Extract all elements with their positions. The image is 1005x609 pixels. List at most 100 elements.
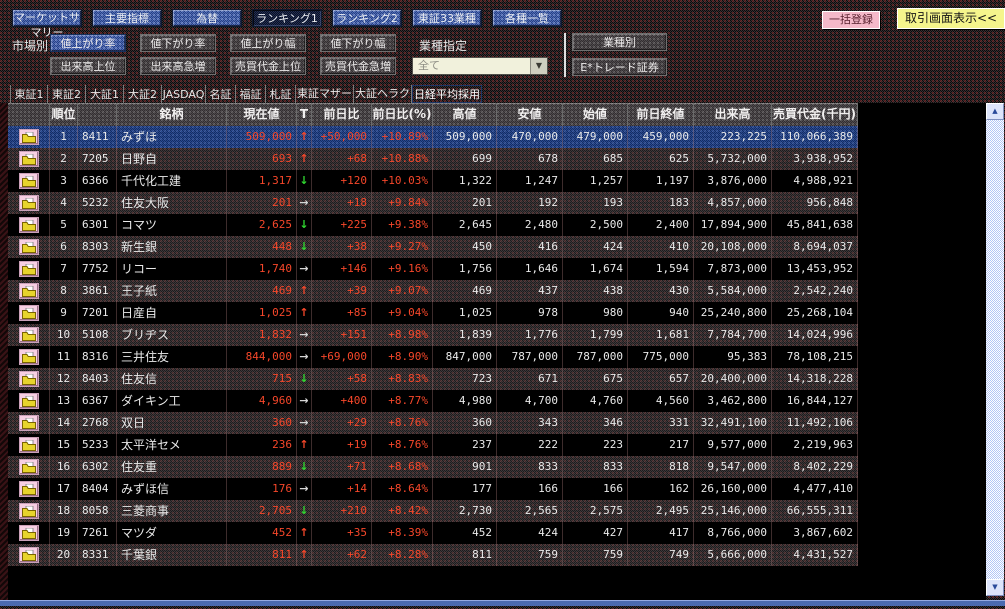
table-row[interactable]: 56301コマツ2,625↓+225+9.38%2,6452,4802,5002…: [8, 214, 858, 236]
table-row[interactable]: 27205日野自693↑+68+10.88%6996786856255,732,…: [8, 148, 858, 170]
volume-cell: 17,894,900: [694, 214, 772, 236]
register-stock-button[interactable]: [19, 239, 39, 255]
low-cell: 1,776: [497, 324, 563, 346]
filter-button-売買代金上位[interactable]: 売買代金上位: [230, 57, 306, 75]
volume-cell: 95,383: [694, 346, 772, 368]
change-cell: +35: [312, 522, 372, 544]
register-stock-button[interactable]: [19, 327, 39, 343]
filter-button-値上がり率[interactable]: 値上がり率: [50, 34, 126, 52]
tab-大証2[interactable]: 大証2: [124, 85, 162, 103]
tab-東証1[interactable]: 東証1: [10, 85, 48, 103]
table-row[interactable]: 68303新生銀448↓+38+9.27%45041642441020,108,…: [8, 236, 858, 258]
tab-札証[interactable]: 札証: [266, 85, 296, 103]
table-row[interactable]: 136367ダイキン工4,960→+400+8.77%4,9804,7004,7…: [8, 390, 858, 412]
table-row[interactable]: 142768双日360→+29+8.76%36034334633132,491,…: [8, 412, 858, 434]
open-cell: 166: [563, 478, 628, 500]
header-cell-T: T: [297, 103, 312, 126]
filter-button-値下がり幅[interactable]: 値下がり幅: [320, 34, 396, 52]
trend-up-icon: ↑: [297, 434, 312, 456]
high-cell: 201: [433, 192, 497, 214]
filter-button-値上がり幅[interactable]: 値上がり幅: [230, 34, 306, 52]
broker-link-button[interactable]: E*トレード証券: [572, 58, 667, 76]
table-row[interactable]: 36366千代化工建1,317↓+120+10.03%1,3221,2471,2…: [8, 170, 858, 192]
scroll-down-button[interactable]: ▼: [986, 579, 1004, 596]
toolbar-button-3[interactable]: 為替: [172, 9, 242, 27]
toolbar-button-7[interactable]: 各種一覧: [492, 9, 562, 27]
toolbar-button-1[interactable]: マーケットサマリー: [12, 9, 82, 27]
tab-東証マザーズ[interactable]: 東証マザーズ: [296, 85, 354, 103]
scrollbar-track[interactable]: [986, 120, 1004, 579]
volume-cell: 9,547,000: [694, 456, 772, 478]
register-stock-button[interactable]: [19, 349, 39, 365]
open-cell: 479,000: [563, 126, 628, 148]
table-row[interactable]: 178404みずほ信176→+14+8.64%17716616616226,16…: [8, 478, 858, 500]
tab-大証1[interactable]: 大証1: [86, 85, 124, 103]
table-row[interactable]: 83861王子紙469↑+39+9.07%4694374384305,584,0…: [8, 280, 858, 302]
register-stock-button[interactable]: [19, 151, 39, 167]
change-cell: +69,000: [312, 346, 372, 368]
tab-日経平均採用[interactable]: 日経平均採用: [412, 85, 482, 103]
tab-東証2[interactable]: 東証2: [48, 85, 86, 103]
tab-大証ヘラクレス[interactable]: 大証ヘラクレス: [354, 85, 412, 103]
value-cell: 8,694,037: [772, 236, 858, 258]
filter-button-値下がり率[interactable]: 値下がり率: [140, 34, 216, 52]
table-row[interactable]: 45232住友大阪201→+18+9.84%2011921931834,857,…: [8, 192, 858, 214]
change-cell: +19: [312, 434, 372, 456]
name-cell: 日産自: [117, 302, 227, 324]
register-stock-button[interactable]: [19, 371, 39, 387]
table-row[interactable]: 128403住友信715↓+58+8.83%72367167565720,400…: [8, 368, 858, 390]
change-pct-cell: +8.76%: [372, 434, 433, 456]
register-stock-button[interactable]: [19, 415, 39, 431]
header-cell-順位: 順位: [50, 103, 78, 126]
toolbar-button-4[interactable]: ランキング1: [252, 9, 322, 27]
industry-category-button[interactable]: 業種別: [572, 33, 667, 51]
tab-名証[interactable]: 名証: [206, 85, 236, 103]
register-stock-button[interactable]: [19, 393, 39, 409]
tab-JASDAQ[interactable]: JASDAQ: [162, 85, 206, 103]
name-cell: 住友信: [117, 368, 227, 390]
low-cell: 424: [497, 522, 563, 544]
tab-福証[interactable]: 福証: [236, 85, 266, 103]
register-stock-button[interactable]: [19, 547, 39, 563]
filter-button-出来高急増[interactable]: 出来高急増: [140, 57, 216, 75]
register-stock-button[interactable]: [19, 481, 39, 497]
price-cell: 715: [227, 368, 297, 390]
vertical-scrollbar[interactable]: ▲ ▼: [986, 103, 1004, 596]
high-cell: 2,730: [433, 500, 497, 522]
table-row[interactable]: 18411みずほ509,000↑+50,000+10.89%509,000470…: [8, 126, 858, 148]
table-row[interactable]: 208331千葉銀811↑+62+8.28%8117597597495,666,…: [8, 544, 858, 566]
trade-screen-toggle-button[interactable]: 取引画面表示<<: [897, 8, 1005, 29]
industry-dropdown[interactable]: 全て ▼: [412, 57, 548, 75]
toolbar-button-6[interactable]: 東証33業種: [412, 9, 482, 27]
toolbar-button-2[interactable]: 主要指標: [92, 9, 162, 27]
low-cell: 166: [497, 478, 563, 500]
register-stock-button[interactable]: [19, 437, 39, 453]
bulk-register-button[interactable]: 一括登録: [822, 11, 880, 29]
register-stock-button[interactable]: [19, 459, 39, 475]
table-row[interactable]: 188058三菱商事2,705↓+210+8.42%2,7302,5652,57…: [8, 500, 858, 522]
filter-button-売買代金急増[interactable]: 売買代金急増: [320, 57, 396, 75]
table-row[interactable]: 166302住友重889↓+71+8.68%9018338338189,547,…: [8, 456, 858, 478]
register-stock-button[interactable]: [19, 129, 39, 145]
register-stock-button[interactable]: [19, 525, 39, 541]
value-cell: 78,108,215: [772, 346, 858, 368]
change-pct-cell: +10.03%: [372, 170, 433, 192]
register-stock-button[interactable]: [19, 503, 39, 519]
register-stock-button[interactable]: [19, 195, 39, 211]
register-stock-button[interactable]: [19, 305, 39, 321]
table-row[interactable]: 197261マツダ452↑+35+8.39%4524244274178,766,…: [8, 522, 858, 544]
filter-button-出来高上位[interactable]: 出来高上位: [50, 57, 126, 75]
table-row[interactable]: 155233太平洋セメ236↑+19+8.76%2372222232179,57…: [8, 434, 858, 456]
chevron-down-icon[interactable]: ▼: [530, 58, 547, 74]
register-stock-button[interactable]: [19, 173, 39, 189]
table-row[interactable]: 118316三井住友844,000→+69,000+8.90%847,00078…: [8, 346, 858, 368]
register-stock-button[interactable]: [19, 217, 39, 233]
toolbar-button-5[interactable]: ランキング2: [332, 9, 402, 27]
table-row[interactable]: 105108ブリヂス1,832→+151+8.98%1,8391,7761,79…: [8, 324, 858, 346]
value-cell: 11,492,106: [772, 412, 858, 434]
table-row[interactable]: 77752リコー1,740→+146+9.16%1,7561,6461,6741…: [8, 258, 858, 280]
register-stock-button[interactable]: [19, 261, 39, 277]
register-stock-button[interactable]: [19, 283, 39, 299]
scroll-up-button[interactable]: ▲: [986, 103, 1004, 120]
table-row[interactable]: 97201日産自1,025↑+85+9.04%1,02597898094025,…: [8, 302, 858, 324]
